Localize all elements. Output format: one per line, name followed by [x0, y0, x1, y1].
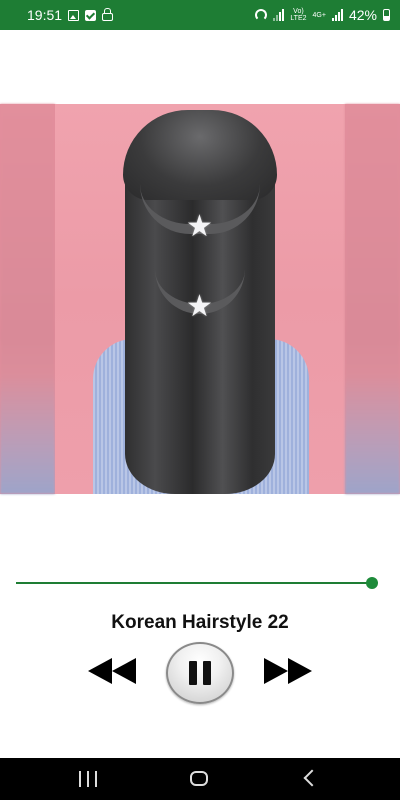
star-clip-icon: ★: [186, 290, 213, 323]
check-icon: [85, 9, 97, 21]
video-frame[interactable]: ★ ★: [55, 104, 345, 494]
hotspot-icon: [255, 9, 268, 21]
rewind-icon: [88, 658, 112, 684]
volte-icon: Vo) LTE2: [290, 8, 306, 22]
signal-icon: [331, 9, 343, 21]
fast-forward-button[interactable]: [262, 655, 314, 687]
gallery-icon: [68, 9, 80, 21]
video-title: Korean Hairstyle 22: [111, 612, 289, 633]
volte-label-bottom: LTE2: [290, 15, 307, 22]
fast-forward-icon: [264, 658, 288, 684]
status-bar: 19:51 Vo) LTE2 4G+ 42%: [0, 0, 400, 30]
navigation-bar: [0, 758, 400, 800]
video-blur-left: [0, 104, 55, 494]
rewind-icon: [112, 658, 136, 684]
status-right: Vo) LTE2 4G+ 42%: [255, 7, 390, 23]
volte-label-top: Vo): [293, 8, 304, 15]
status-time: 19:51: [27, 7, 63, 23]
status-left: 19:51: [27, 7, 114, 23]
battery-percent: 42%: [348, 7, 377, 23]
lock-icon: [102, 7, 114, 21]
pause-button[interactable]: [166, 642, 234, 704]
signal-icon: [273, 9, 285, 21]
recent-apps-icon[interactable]: [79, 771, 97, 787]
pause-icon: [203, 661, 211, 685]
star-clip-icon: ★: [186, 210, 213, 243]
fast-forward-icon: [288, 658, 312, 684]
video-blur-right: [345, 104, 400, 494]
seek-progress: [16, 582, 373, 584]
seek-thumb[interactable]: [366, 577, 379, 589]
pause-icon: [189, 661, 197, 685]
back-icon[interactable]: [303, 769, 321, 787]
rewind-button[interactable]: [87, 655, 139, 687]
video-player[interactable]: ★ ★: [0, 104, 400, 494]
battery-icon: [383, 9, 390, 21]
seek-bar[interactable]: [16, 576, 379, 590]
home-icon[interactable]: [190, 771, 208, 786]
network-type: 4G+: [312, 11, 326, 19]
